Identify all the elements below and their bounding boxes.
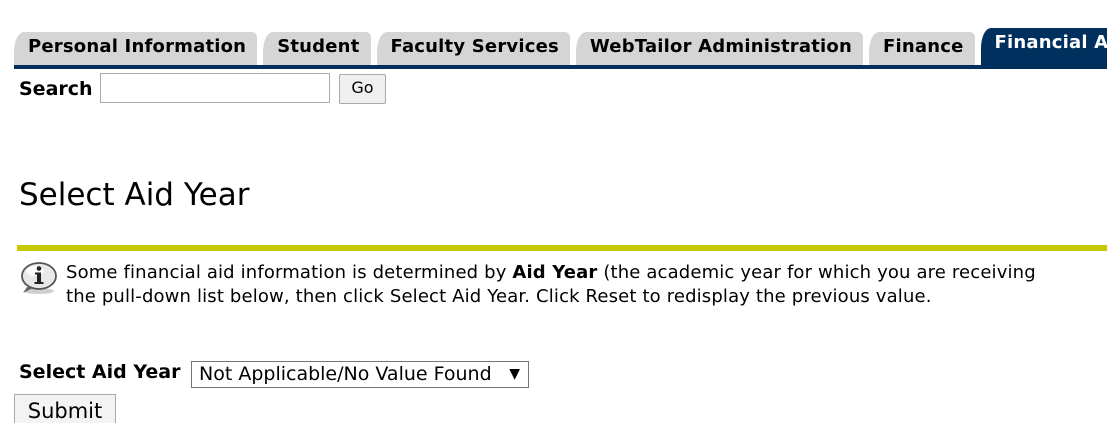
tab-finance[interactable]: Finance	[868, 32, 975, 65]
select-aid-year-label: Select Aid Year	[19, 361, 181, 383]
tab-financial-aid[interactable]: Financial Aid	[980, 28, 1107, 65]
page: Personal Information Student Faculty Ser…	[0, 0, 1107, 423]
info-text-after: (the academic year for which you are rec…	[597, 262, 1036, 283]
tab-faculty-services[interactable]: Faculty Services	[376, 32, 570, 65]
tab-bar: Personal Information Student Faculty Ser…	[14, 28, 1107, 65]
tab-webtailor-administration[interactable]: WebTailor Administration	[575, 32, 863, 65]
info-message: Some financial aid information is determ…	[66, 261, 1107, 309]
go-button[interactable]: Go	[339, 74, 386, 104]
title-divider	[17, 245, 1107, 251]
tab-personal-information[interactable]: Personal Information	[14, 32, 258, 65]
search-input[interactable]	[100, 73, 330, 103]
info-text-line2: the pull-down list below, then click Sel…	[66, 286, 932, 307]
info-icon	[21, 262, 57, 294]
aid-year-select-value: Not Applicable/No Value Found	[199, 363, 492, 385]
dropdown-arrow-icon: ▼	[509, 366, 520, 382]
aid-year-select[interactable]: Not Applicable/No Value Found ▼	[191, 361, 529, 388]
submit-button[interactable]: Submit	[14, 394, 116, 423]
info-text-before: Some financial aid information is determ…	[66, 262, 513, 283]
tab-underline	[14, 65, 1107, 69]
info-text-bold: Aid Year	[512, 262, 598, 283]
search-label: Search	[19, 78, 93, 100]
tab-student[interactable]: Student	[263, 32, 371, 65]
page-title: Select Aid Year	[19, 177, 250, 213]
